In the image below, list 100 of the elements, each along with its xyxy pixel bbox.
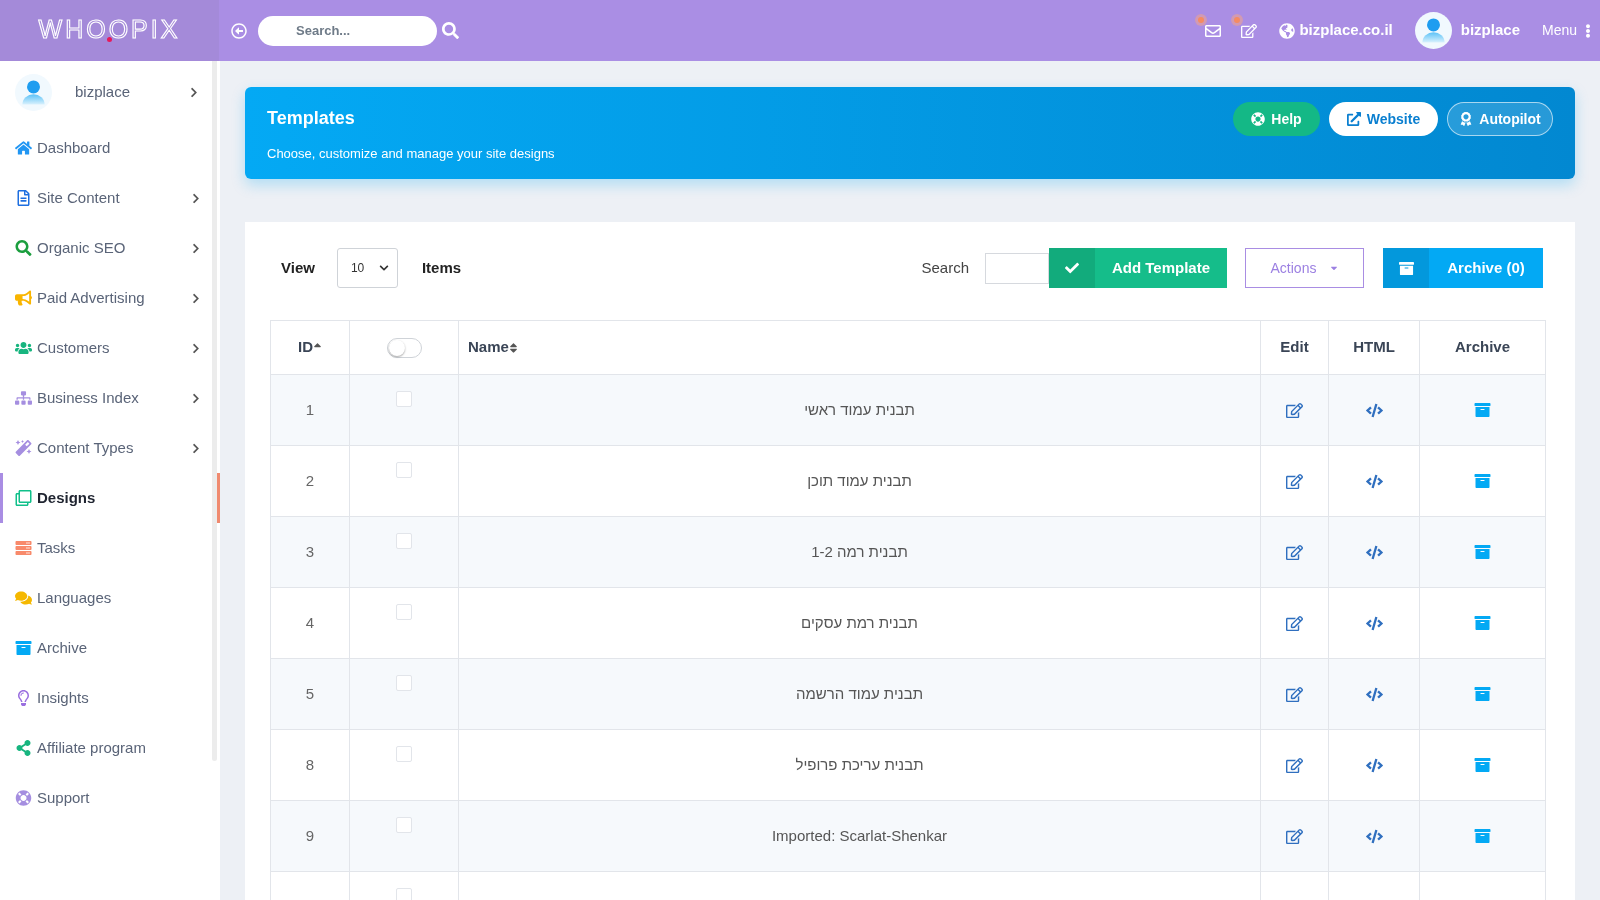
external-link-icon bbox=[1346, 112, 1361, 126]
speech-bubbles-icon bbox=[15, 590, 32, 606]
lightbulb-icon bbox=[15, 690, 32, 706]
sidebar-item[interactable]: Content Types bbox=[0, 423, 220, 473]
search-label: Search bbox=[921, 257, 969, 278]
users-icon bbox=[15, 340, 32, 356]
sidebar-item[interactable]: Paid Advertising bbox=[0, 273, 220, 323]
archive-icon[interactable] bbox=[1474, 473, 1491, 489]
clone-icon bbox=[15, 490, 32, 506]
sidebar-item[interactable]: Site Content bbox=[0, 173, 220, 223]
sidebar-item[interactable]: Organic SEO bbox=[0, 223, 220, 273]
sidebar-item[interactable]: Dashboard bbox=[0, 123, 220, 173]
avatar-icon bbox=[1414, 12, 1452, 49]
archive-icon[interactable] bbox=[1474, 828, 1491, 844]
table-cell-text: 5 bbox=[305, 683, 315, 704]
sidebar-item[interactable]: Insights bbox=[0, 673, 220, 723]
award-icon bbox=[1459, 112, 1474, 126]
table-cell-text: תבנית עמוד תוכן bbox=[807, 470, 912, 491]
table-cell-text: 1 bbox=[305, 399, 315, 420]
edit-icon[interactable] bbox=[1286, 756, 1303, 774]
sidebar-item[interactable]: Tasks bbox=[0, 523, 220, 573]
column-header: Edit bbox=[1261, 321, 1329, 374]
column-header[interactable]: Name bbox=[459, 321, 1261, 374]
chevron-icon bbox=[192, 292, 200, 304]
code-icon[interactable] bbox=[1365, 756, 1383, 774]
column-header: Archive bbox=[1420, 321, 1546, 374]
code-icon[interactable] bbox=[1365, 472, 1383, 490]
magic-wand-icon bbox=[15, 440, 32, 456]
back-icon[interactable] bbox=[231, 22, 247, 39]
row-checkbox[interactable] bbox=[396, 462, 412, 478]
items-label: Items bbox=[421, 257, 462, 278]
page-size-select[interactable]: 10 bbox=[336, 248, 398, 288]
avatar-icon bbox=[15, 73, 52, 111]
stack-icon bbox=[15, 540, 32, 556]
edit-icon[interactable] bbox=[1286, 543, 1303, 561]
archive-icon[interactable] bbox=[1474, 615, 1491, 631]
archive-icon[interactable] bbox=[1474, 544, 1491, 560]
column-header[interactable]: ID bbox=[271, 321, 350, 374]
chevron-down-icon bbox=[378, 263, 389, 273]
megaphone-icon bbox=[15, 290, 32, 306]
search-icon[interactable] bbox=[442, 22, 459, 39]
view-label: View bbox=[281, 257, 315, 278]
sidebar-item[interactable]: Languages bbox=[0, 573, 220, 623]
user-menu[interactable]: bizplace bbox=[0, 61, 220, 123]
sidebar-item[interactable]: Affiliate program bbox=[0, 723, 220, 773]
sidebar-item[interactable]: Support bbox=[0, 773, 220, 823]
table-cell-text: תבנית עמוד ראשי bbox=[804, 399, 915, 420]
code-icon[interactable] bbox=[1365, 401, 1383, 419]
archive-icon[interactable] bbox=[1474, 757, 1491, 773]
archive-icon bbox=[1398, 260, 1414, 276]
row-checkbox[interactable] bbox=[396, 533, 412, 549]
share-icon bbox=[15, 740, 32, 756]
code-icon[interactable] bbox=[1365, 543, 1383, 561]
home-icon bbox=[15, 140, 32, 156]
table-cell-text: Imported: Scarlat-Shenkar bbox=[771, 825, 948, 846]
document-icon bbox=[15, 190, 32, 206]
magnifier-icon bbox=[15, 240, 32, 256]
sidebar-item[interactable]: Archive bbox=[0, 623, 220, 673]
row-checkbox[interactable] bbox=[396, 604, 412, 620]
mail-icon[interactable] bbox=[1205, 22, 1222, 39]
search-field[interactable]: Search... bbox=[258, 15, 437, 46]
actions-dropdown[interactable]: Actions bbox=[1245, 248, 1364, 288]
sitemap-icon bbox=[15, 390, 32, 406]
row-checkbox[interactable] bbox=[396, 817, 412, 833]
row-checkbox[interactable] bbox=[396, 888, 412, 900]
row-checkbox[interactable] bbox=[396, 746, 412, 762]
column-header: HTML bbox=[1329, 321, 1420, 374]
code-icon[interactable] bbox=[1365, 614, 1383, 632]
edit-icon[interactable] bbox=[1286, 685, 1303, 703]
code-icon[interactable] bbox=[1365, 685, 1383, 703]
edit-icon[interactable] bbox=[1286, 827, 1303, 845]
sidebar-item[interactable]: Business Index bbox=[0, 373, 220, 423]
select-all-toggle[interactable] bbox=[386, 337, 422, 358]
chevron-icon bbox=[192, 192, 200, 204]
chevron-icon bbox=[192, 242, 200, 254]
edit-icon[interactable] bbox=[1241, 22, 1258, 39]
check-icon bbox=[1065, 261, 1079, 275]
archive-icon[interactable] bbox=[1474, 402, 1491, 418]
edit-icon[interactable] bbox=[1286, 614, 1303, 632]
table-cell-text: תבנית עמוד הרשמה bbox=[796, 683, 923, 704]
row-checkbox[interactable] bbox=[396, 675, 412, 691]
table-cell-text: תבנית רמה 1-2 bbox=[811, 541, 908, 562]
page-subtitle: Choose, customize and manage your site designs bbox=[267, 145, 555, 163]
table-search-field[interactable] bbox=[985, 252, 1049, 284]
edit-icon[interactable] bbox=[1286, 401, 1303, 419]
chevron-icon bbox=[192, 342, 200, 354]
chevron-icon bbox=[192, 442, 200, 454]
table-cell-text: 8 bbox=[305, 754, 315, 775]
table-cell-text: 4 bbox=[305, 612, 315, 633]
scrollbar[interactable] bbox=[212, 61, 217, 761]
sidebar-item[interactable]: Customers bbox=[0, 323, 220, 373]
table-cell-text: 9 bbox=[305, 825, 315, 846]
sort-icon bbox=[508, 341, 518, 354]
chevron-icon bbox=[192, 392, 200, 404]
code-icon[interactable] bbox=[1365, 827, 1383, 845]
website-button[interactable]: Website bbox=[1329, 102, 1438, 136]
edit-icon[interactable] bbox=[1286, 472, 1303, 490]
archive-icon[interactable] bbox=[1474, 686, 1491, 702]
lifebuoy-icon bbox=[1251, 112, 1266, 126]
row-checkbox[interactable] bbox=[396, 391, 412, 407]
